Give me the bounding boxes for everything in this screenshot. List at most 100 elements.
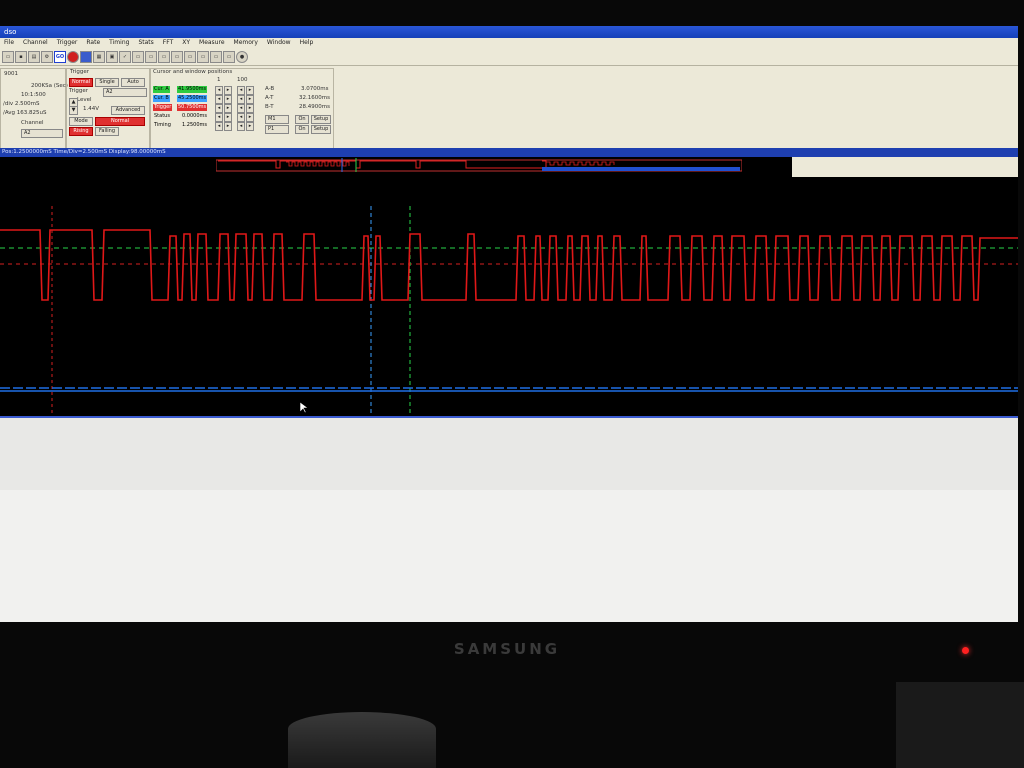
menu-bar: File Channel Trigger Rate Timing Stats F… — [0, 38, 1018, 48]
timing-fast-left-button[interactable]: ◂ — [237, 122, 245, 131]
waveform-plot[interactable] — [0, 176, 1018, 416]
menu-stats[interactable]: Stats — [136, 38, 155, 48]
zoom-in-icon[interactable]: ▭ — [132, 50, 144, 63]
timing-right-button[interactable]: ▸ — [224, 122, 232, 131]
status-fast-left-button[interactable]: ◂ — [237, 113, 245, 122]
cursor-a-fast-left-button[interactable]: ◂ — [237, 86, 245, 95]
overview-waveform — [215, 158, 743, 172]
power-led-icon — [962, 647, 969, 654]
waveform-canvas — [0, 206, 1018, 416]
cursor-group: Cursor and window positions 1 100 Cur. A… — [150, 68, 334, 152]
mode-button[interactable]: Mode — [69, 117, 93, 126]
channel-select[interactable]: A2 — [21, 129, 63, 138]
time-div-readout: /div 2.500mS — [3, 101, 40, 107]
channel-a-trace — [0, 229, 1018, 301]
capture-icon[interactable]: ▣ — [106, 50, 118, 63]
cursor-title: Cursor and window positions — [153, 69, 233, 75]
cursor-icon[interactable]: ▭ — [197, 50, 209, 63]
monitor: dso File Channel Trigger Rate Timing Sta… — [0, 0, 1024, 768]
probe-setup-button[interactable]: Setup — [311, 125, 331, 134]
bottom-pane-header — [0, 416, 1018, 490]
timing-fast-right-button[interactable]: ▸ — [246, 122, 254, 131]
trigger-cursor-value: 50.7500ms — [177, 104, 208, 111]
cursor-a-left-button[interactable]: ◂ — [215, 86, 223, 95]
trigger-right-button[interactable]: ▸ — [224, 104, 232, 113]
grid-icon[interactable]: ▦ — [93, 50, 105, 63]
zoom-out-icon[interactable]: ▭ — [145, 50, 157, 63]
cursor-a-right-button[interactable]: ▸ — [224, 86, 232, 95]
monitor-stand — [288, 712, 436, 768]
menu-channel[interactable]: Channel — [21, 38, 50, 48]
trigger-fast-left-button[interactable]: ◂ — [237, 104, 245, 113]
cursor-b-value: 45.2500ms — [177, 95, 208, 102]
measure-select[interactable]: M1 — [265, 115, 289, 124]
menu-file[interactable]: File — [2, 38, 16, 48]
measure-setup-button[interactable]: Setup — [311, 115, 331, 124]
rising-button[interactable]: Rising — [69, 127, 93, 136]
status-cursor-label: Status — [154, 113, 170, 119]
cursor-b-right-button[interactable]: ▸ — [224, 95, 232, 104]
zoom-fit-icon[interactable]: ▭ — [158, 50, 170, 63]
toolbar: ▭ ▪ ▤ ⚙ GO ▦ ▣ ✓ ▭ ▭ ▭ ▭ ▭ ▭ ▭ ▭ ● — [0, 48, 1018, 66]
cursor-b-fast-right-button[interactable]: ▸ — [246, 95, 254, 104]
measure-icon[interactable]: ▭ — [210, 50, 222, 63]
cursor-b-left-button[interactable]: ◂ — [215, 95, 223, 104]
open-icon[interactable]: ▭ — [2, 50, 14, 63]
ratio-readout: 10:1:500 — [21, 92, 46, 98]
print-icon[interactable]: ▤ — [28, 50, 40, 63]
level-down-button[interactable]: ▼ — [69, 106, 78, 115]
trigger-left-button[interactable]: ◂ — [215, 104, 223, 113]
trigger-source-select[interactable]: A2 — [103, 88, 147, 97]
scroll-left-icon[interactable]: ▭ — [171, 50, 183, 63]
auto-button[interactable]: Auto — [121, 78, 145, 87]
trigger-source-label: Trigger — [69, 88, 88, 94]
go-button[interactable]: GO — [54, 50, 66, 63]
status-left-button[interactable]: ◂ — [215, 113, 223, 122]
cursor-a-fast-right-button[interactable]: ▸ — [246, 86, 254, 95]
menu-window[interactable]: Window — [265, 38, 293, 48]
normal-button[interactable]: Normal — [69, 78, 93, 87]
stop-icon[interactable] — [67, 50, 79, 63]
camera-icon[interactable]: ● — [236, 50, 248, 63]
advanced-button[interactable]: Advanced — [111, 106, 145, 115]
cursor-b-fast-left-button[interactable]: ◂ — [237, 95, 245, 104]
channel-label: Channel — [21, 120, 44, 126]
samplerate-readout: 200KSa (Sec) — [31, 83, 68, 89]
trigger-fast-right-button[interactable]: ▸ — [246, 104, 254, 113]
trigger-cursor-label: Trigger — [153, 104, 173, 111]
mode-select[interactable]: Normal — [95, 117, 145, 126]
settings-group: 9001 200KSa (Sec) 10:1:500 /div 2.500mS … — [0, 68, 68, 152]
menu-memory[interactable]: Memory — [232, 38, 260, 48]
background-wall — [896, 682, 1024, 768]
marker-icon[interactable]: ▭ — [223, 50, 235, 63]
trigger-group: Trigger Normal Single Auto Trigger A2 Le… — [66, 68, 150, 152]
falling-button[interactable]: Falling — [95, 127, 119, 136]
status-fast-right-button[interactable]: ▸ — [246, 113, 254, 122]
probe-on-button[interactable]: On — [295, 125, 309, 134]
level-value: 1.44V — [83, 106, 100, 112]
settings-icon[interactable]: ⚙ — [41, 50, 53, 63]
device-id: 9001 — [4, 71, 18, 77]
menu-help[interactable]: Help — [298, 38, 316, 48]
menu-measure[interactable]: Measure — [197, 38, 227, 48]
menu-rate[interactable]: Rate — [84, 38, 102, 48]
overview-strip[interactable] — [215, 157, 743, 173]
info-panel — [792, 157, 1018, 177]
save-icon[interactable]: ▪ — [15, 50, 27, 63]
scroll-right-icon[interactable]: ▭ — [184, 50, 196, 63]
menu-timing[interactable]: Timing — [107, 38, 131, 48]
avg-readout: /Avg 163.825uS — [3, 110, 47, 116]
window-title: dso — [4, 28, 17, 36]
cursor-a-value: 41.9500ms — [177, 86, 208, 93]
menu-xy[interactable]: XY — [180, 38, 192, 48]
timing-left-button[interactable]: ◂ — [215, 122, 223, 131]
menu-fft[interactable]: FFT — [161, 38, 175, 48]
single-button[interactable]: Single — [95, 78, 119, 87]
status-right-button[interactable]: ▸ — [224, 113, 232, 122]
record-icon[interactable] — [80, 50, 92, 63]
delta-at-value: 32.1600ms — [299, 95, 330, 101]
menu-trigger[interactable]: Trigger — [55, 38, 80, 48]
check-icon[interactable]: ✓ — [119, 50, 131, 63]
probe-select[interactable]: P1 — [265, 125, 289, 134]
measure-on-button[interactable]: On — [295, 115, 309, 124]
